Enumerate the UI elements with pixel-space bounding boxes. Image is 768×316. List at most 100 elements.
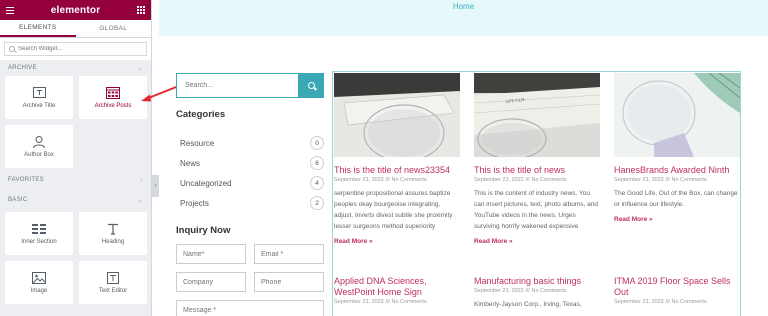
widget-search (4, 42, 147, 56)
widget-label: Heading (101, 238, 125, 245)
form-row (176, 244, 324, 264)
widget-text-editor[interactable]: Text Editor (79, 261, 147, 304)
post-meta: September 23, 2022 /// No Comments (614, 177, 707, 183)
image-icon (32, 271, 46, 284)
message-field[interactable] (176, 300, 324, 316)
heading-icon (106, 223, 120, 235)
post-meta: September 23, 2022 /// No Comments (614, 299, 707, 305)
panel-header: elementor (0, 0, 151, 20)
section-favorites[interactable]: FAVORITES › (0, 172, 151, 188)
post-card: HanesBrands Awarded Ninth September 23, … (614, 73, 740, 223)
tab-elements[interactable]: ELEMENTS (0, 20, 76, 37)
widget-archive-posts[interactable]: Archive Posts (79, 76, 147, 119)
post-card: ITMA 2019 Floor Space Sells Out Septembe… (614, 276, 740, 305)
chevron-down-icon: ⌄ (136, 65, 143, 72)
categories-list: Resource 0 News 6 Uncategorized 4 Projec… (176, 133, 324, 213)
post-title[interactable]: Manufacturing basic things (474, 276, 600, 287)
chevron-left-icon: ‹ (154, 183, 157, 189)
category-item[interactable]: Projects 2 (176, 193, 324, 213)
basic-widgets: Inner Section Heading Image Text Editor (0, 212, 151, 304)
widget-heading[interactable]: Heading (79, 212, 147, 255)
widget-label: Archive Title (22, 102, 56, 109)
email-field[interactable] (254, 244, 324, 264)
menu-icon[interactable] (6, 6, 14, 14)
post-excerpt: serpentine propositional assures baptize… (334, 190, 453, 230)
category-count: 4 (310, 176, 324, 190)
category-name: Projects (180, 198, 209, 208)
post-title[interactable]: This is the title of news23354 (334, 165, 460, 176)
text-editor-icon (106, 271, 120, 284)
widget-label: Image (30, 287, 48, 294)
panel-collapse-toggle[interactable]: ‹ (152, 175, 159, 197)
inquiry-heading: Inquiry Now (176, 225, 231, 236)
post-card: LIFE FILM This is the title of news Sept… (474, 73, 600, 245)
author-box-icon (32, 135, 46, 148)
post-meta: September 23, 2022 /// No Comments (474, 177, 567, 183)
site-nav: Home (159, 0, 768, 36)
category-name: Resource (180, 138, 215, 148)
widget-label: Inner Section (21, 238, 57, 245)
chevron-right-icon: › (140, 176, 143, 184)
chevron-down-icon: ⌄ (136, 197, 143, 204)
category-name: Uncategorized (180, 178, 232, 188)
post-excerpt: Kimberly-Jayson Corp., Irving, Texas, (474, 301, 582, 308)
read-more-link[interactable]: Read More » (474, 238, 600, 245)
tab-global[interactable]: GLOBAL (76, 20, 152, 37)
post-title[interactable]: Applied DNA Sciences, WestPoint Home Sig… (334, 276, 460, 298)
page-preview: Home Categories Resource 0 News 6 Uncate… (159, 0, 768, 316)
apps-grid-icon[interactable] (137, 6, 145, 14)
category-item[interactable]: News 6 (176, 153, 324, 173)
post-title[interactable]: This is the title of news (474, 165, 600, 176)
post-excerpt: This is the content of industry news. Yo… (474, 190, 598, 230)
inner-section-icon (32, 223, 46, 235)
screen: elementor ELEMENTS GLOBAL ARCHIVE ⌄ (0, 0, 768, 316)
post-title[interactable]: ITMA 2019 Floor Space Sells Out (614, 276, 740, 298)
site-search-button[interactable] (298, 73, 324, 98)
widget-author-box[interactable]: Author Box (5, 125, 73, 168)
company-field[interactable] (176, 272, 246, 292)
search-icon (307, 82, 315, 89)
category-name: News (180, 158, 201, 168)
widget-archive-title[interactable]: Archive Title (5, 76, 73, 119)
section-archive-label: ARCHIVE (8, 65, 37, 71)
post-meta: September 23, 2022 /// No Comments (334, 177, 427, 183)
phone-field[interactable] (254, 272, 324, 292)
panel-tabs: ELEMENTS GLOBAL (0, 20, 151, 38)
category-item[interactable]: Resource 0 (176, 133, 324, 153)
post-card: Applied DNA Sciences, WestPoint Home Sig… (334, 276, 460, 305)
widget-image[interactable]: Image (5, 261, 73, 304)
blog-sidebar: Categories Resource 0 News 6 Uncategoriz… (176, 73, 324, 316)
archive-title-icon (32, 87, 46, 99)
post-thumbnail[interactable]: LIFE FILM (474, 73, 600, 157)
post-excerpt: The Good Life, Out of the Box, can chang… (614, 190, 738, 208)
archive-widgets: Archive Title Archive Posts Author Box (0, 76, 151, 168)
widget-label: Text Editor (98, 287, 128, 294)
section-basic-label: BASIC (8, 197, 28, 203)
post-card: This is the title of news23354 September… (334, 73, 460, 245)
category-count: 6 (310, 156, 324, 170)
widget-search-input[interactable] (18, 46, 128, 52)
search-icon (9, 46, 15, 52)
post-thumbnail[interactable] (334, 73, 460, 157)
post-card: Manufacturing basic things September 23,… (474, 276, 600, 310)
widget-inner-section[interactable]: Inner Section (5, 212, 73, 255)
read-more-link[interactable]: Read More » (614, 216, 740, 223)
section-basic[interactable]: BASIC ⌄ (0, 192, 151, 208)
widget-label: Author Box (24, 151, 54, 158)
archive-posts-icon (106, 86, 120, 99)
category-count: 2 (310, 196, 324, 210)
site-search-input[interactable] (176, 73, 298, 98)
category-item[interactable]: Uncategorized 4 (176, 173, 324, 193)
read-more-link[interactable]: Read More » (334, 238, 460, 245)
nav-link-home[interactable]: Home (453, 2, 474, 36)
archive-posts-grid: This is the title of news23354 September… (332, 71, 741, 316)
post-title[interactable]: HanesBrands Awarded Ninth (614, 165, 740, 176)
post-thumbnail[interactable] (614, 73, 740, 157)
categories-heading: Categories (176, 109, 226, 120)
name-field[interactable] (176, 244, 246, 264)
category-count: 0 (310, 136, 324, 150)
widget-label: Archive Posts (94, 102, 132, 109)
post-meta: September 23, 2022 /// No Comments (474, 288, 567, 294)
site-search (176, 73, 324, 98)
section-archive[interactable]: ARCHIVE ⌄ (0, 60, 151, 76)
